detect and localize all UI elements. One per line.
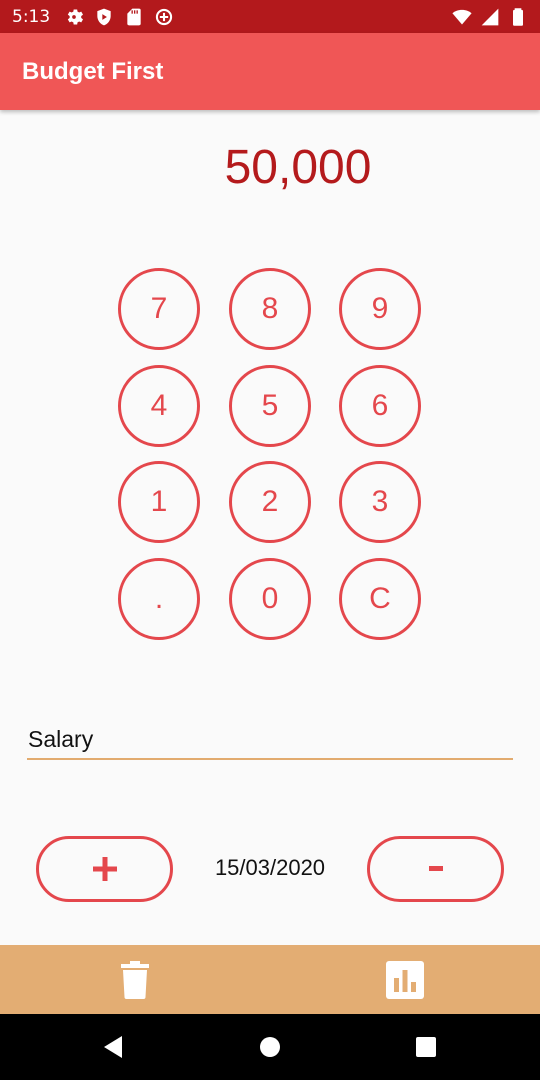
- key-9[interactable]: 9: [339, 268, 421, 350]
- status-time: 5:13: [12, 6, 51, 27]
- entry-date[interactable]: 15/03/2020: [190, 855, 350, 881]
- recents-button[interactable]: [406, 1027, 446, 1067]
- battery-icon: [508, 7, 528, 27]
- key-decimal[interactable]: .: [118, 558, 200, 640]
- status-right-icons: [452, 7, 528, 27]
- bar-chart-icon: [386, 961, 424, 999]
- key-4[interactable]: 4: [118, 365, 200, 447]
- statistics-button[interactable]: [380, 955, 430, 1005]
- status-left-icons: [64, 7, 174, 27]
- data-saver-icon: [154, 7, 174, 27]
- recents-icon: [416, 1037, 436, 1057]
- back-button[interactable]: [93, 1027, 133, 1067]
- category-input[interactable]: [27, 720, 513, 760]
- home-button[interactable]: [250, 1027, 290, 1067]
- back-icon: [104, 1036, 122, 1058]
- delete-button[interactable]: [110, 955, 160, 1005]
- key-8[interactable]: 8: [229, 268, 311, 350]
- cellular-icon: [480, 7, 500, 27]
- key-7[interactable]: 7: [118, 268, 200, 350]
- status-bar: 5:13: [0, 0, 540, 33]
- add-expense-button[interactable]: -: [367, 836, 504, 902]
- trash-icon: [121, 961, 149, 999]
- app-title: Budget First: [22, 57, 164, 85]
- gear-icon: [64, 7, 84, 27]
- key-clear[interactable]: C: [339, 558, 421, 640]
- key-5[interactable]: 5: [229, 365, 311, 447]
- bottom-action-bar: [0, 945, 540, 1014]
- home-icon: [260, 1037, 280, 1057]
- wifi-icon: [452, 7, 472, 27]
- key-1[interactable]: 1: [118, 461, 200, 543]
- play-protect-icon: [94, 7, 114, 27]
- plus-icon: [92, 857, 117, 881]
- app-bar: Budget First: [0, 33, 540, 110]
- minus-icon: [428, 866, 443, 871]
- key-3[interactable]: 3: [339, 461, 421, 543]
- sd-card-icon: [124, 7, 144, 27]
- key-6[interactable]: 6: [339, 365, 421, 447]
- key-2[interactable]: 2: [229, 461, 311, 543]
- amount-display: 50,000: [224, 141, 372, 194]
- system-navigation-bar: [0, 1014, 540, 1080]
- key-0[interactable]: 0: [229, 558, 311, 640]
- add-income-button[interactable]: +: [36, 836, 173, 902]
